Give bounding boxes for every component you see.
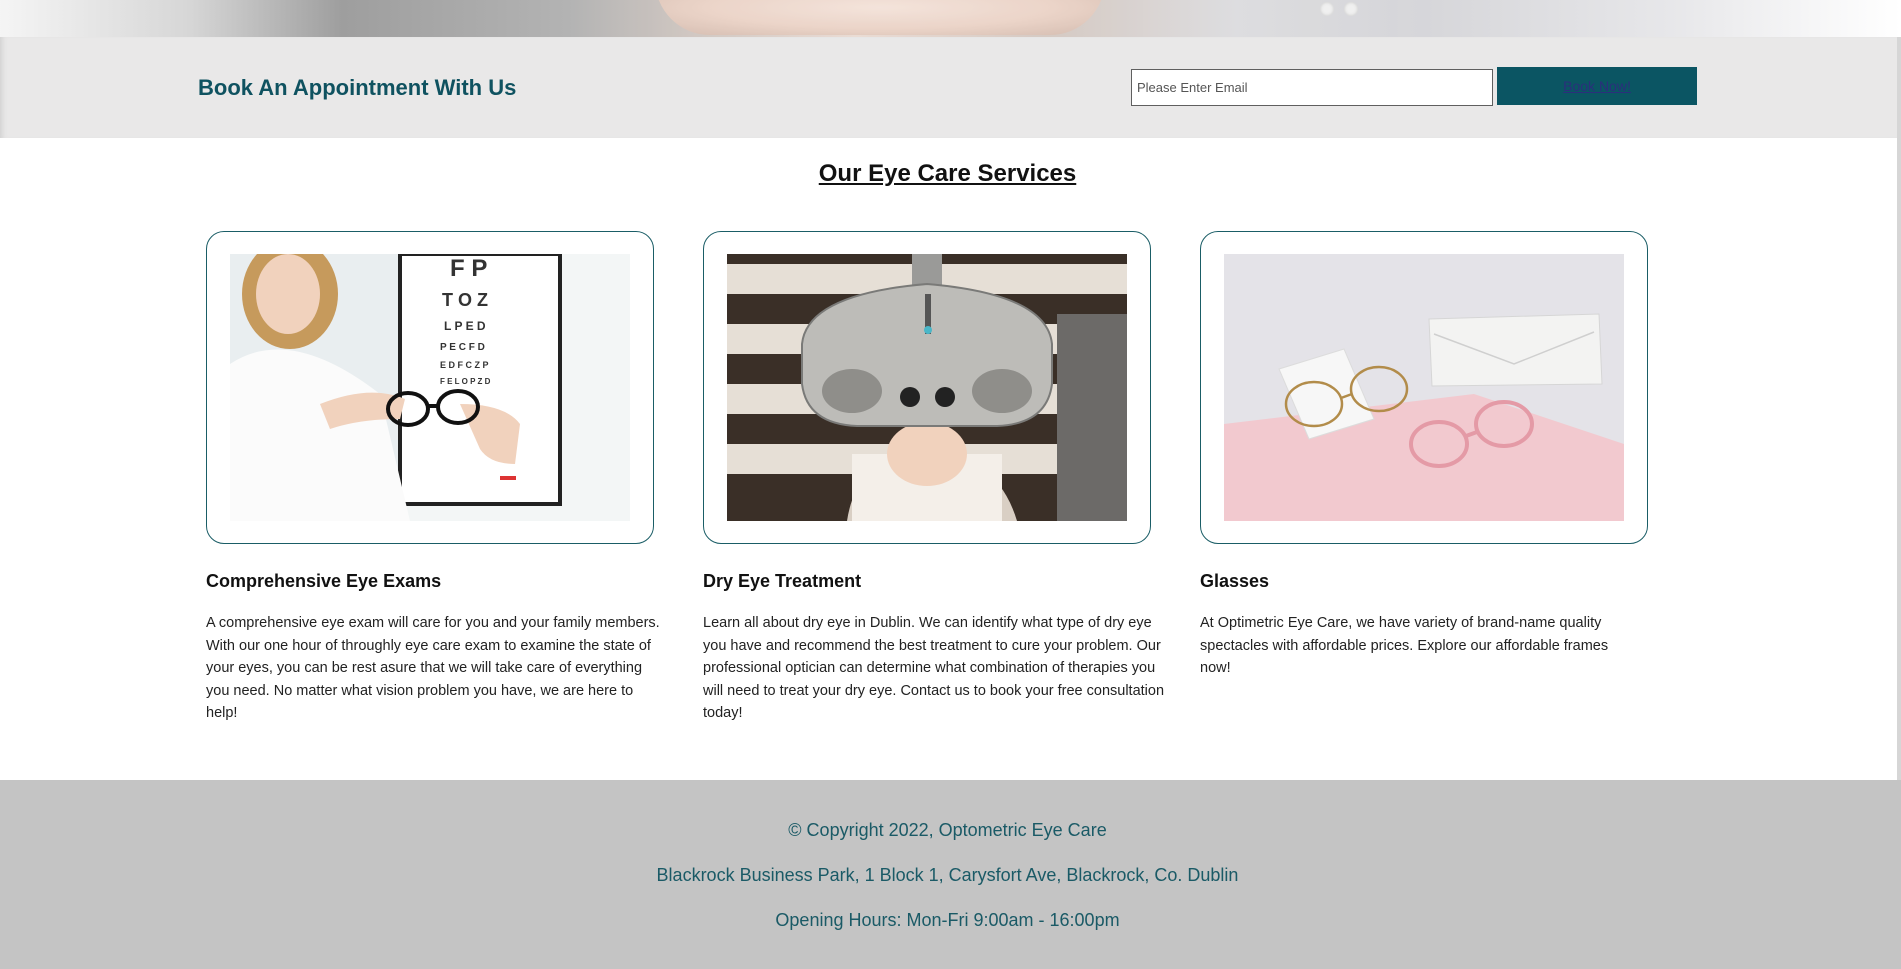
service-card-eye-exams: F P T O Z L P E D P E C F D E D F C Z P … (206, 231, 654, 544)
appointment-band: Book An Appointment With Us Book Now! (0, 37, 1901, 138)
svg-text:L P E D: L P E D (444, 319, 486, 333)
eye-exam-image: F P T O Z L P E D P E C F D E D F C Z P … (230, 254, 630, 521)
eye-exams-description: A comprehensive eye exam will care for y… (206, 615, 660, 722)
dry-eye-image (727, 254, 1127, 521)
email-input[interactable] (1131, 69, 1493, 106)
glasses-image (1224, 254, 1624, 521)
footer-copyright: © Copyright 2022, Optometric Eye Care (788, 820, 1107, 840)
book-now-link[interactable]: Book Now! (1563, 78, 1631, 94)
glasses-description: At Optimetric Eye Care, we have variety … (1200, 615, 1609, 677)
dry-eye-description: Learn all about dry eye in Dublin. We ca… (703, 615, 1165, 722)
svg-text:E D F C Z P: E D F C Z P (440, 360, 489, 370)
svg-text:F E L O P Z D: F E L O P Z D (440, 377, 491, 386)
services-title: Our Eye Care Services (818, 160, 1077, 187)
appointment-title: Book An Appointment With Us (198, 75, 517, 100)
footer-opening-hours: Opening Hours: Mon-Fri 9:00am - 16:00pm (775, 910, 1120, 930)
glasses-on-table-photo (1224, 254, 1624, 521)
page-edge-shade (1897, 37, 1901, 780)
phoropter-exam-photo (727, 254, 1127, 521)
glasses-title: Glasses (1200, 571, 1270, 591)
service-card-dry-eye (703, 231, 1151, 544)
svg-text:T O Z: T O Z (442, 290, 488, 310)
footer-address: Blackrock Business Park, 1 Block 1, Cary… (656, 865, 1239, 885)
optician-holding-glasses-photo: F P T O Z L P E D P E C F D E D F C Z P … (230, 254, 630, 521)
svg-text:P E C F D: P E C F D (440, 342, 485, 353)
footer: © Copyright 2022, Optometric Eye Care Bl… (0, 780, 1901, 969)
svg-text:F P: F P (450, 255, 487, 282)
hero-image-strip (0, 0, 1901, 37)
service-card-glasses (1200, 231, 1648, 544)
book-now-button[interactable]: Book Now! (1497, 67, 1697, 105)
hero-photo-detail (1320, 2, 1380, 18)
hero-photo-hand (655, 0, 1105, 35)
eye-exams-title: Comprehensive Eye Exams (206, 571, 442, 591)
dry-eye-title: Dry Eye Treatment (703, 571, 862, 591)
